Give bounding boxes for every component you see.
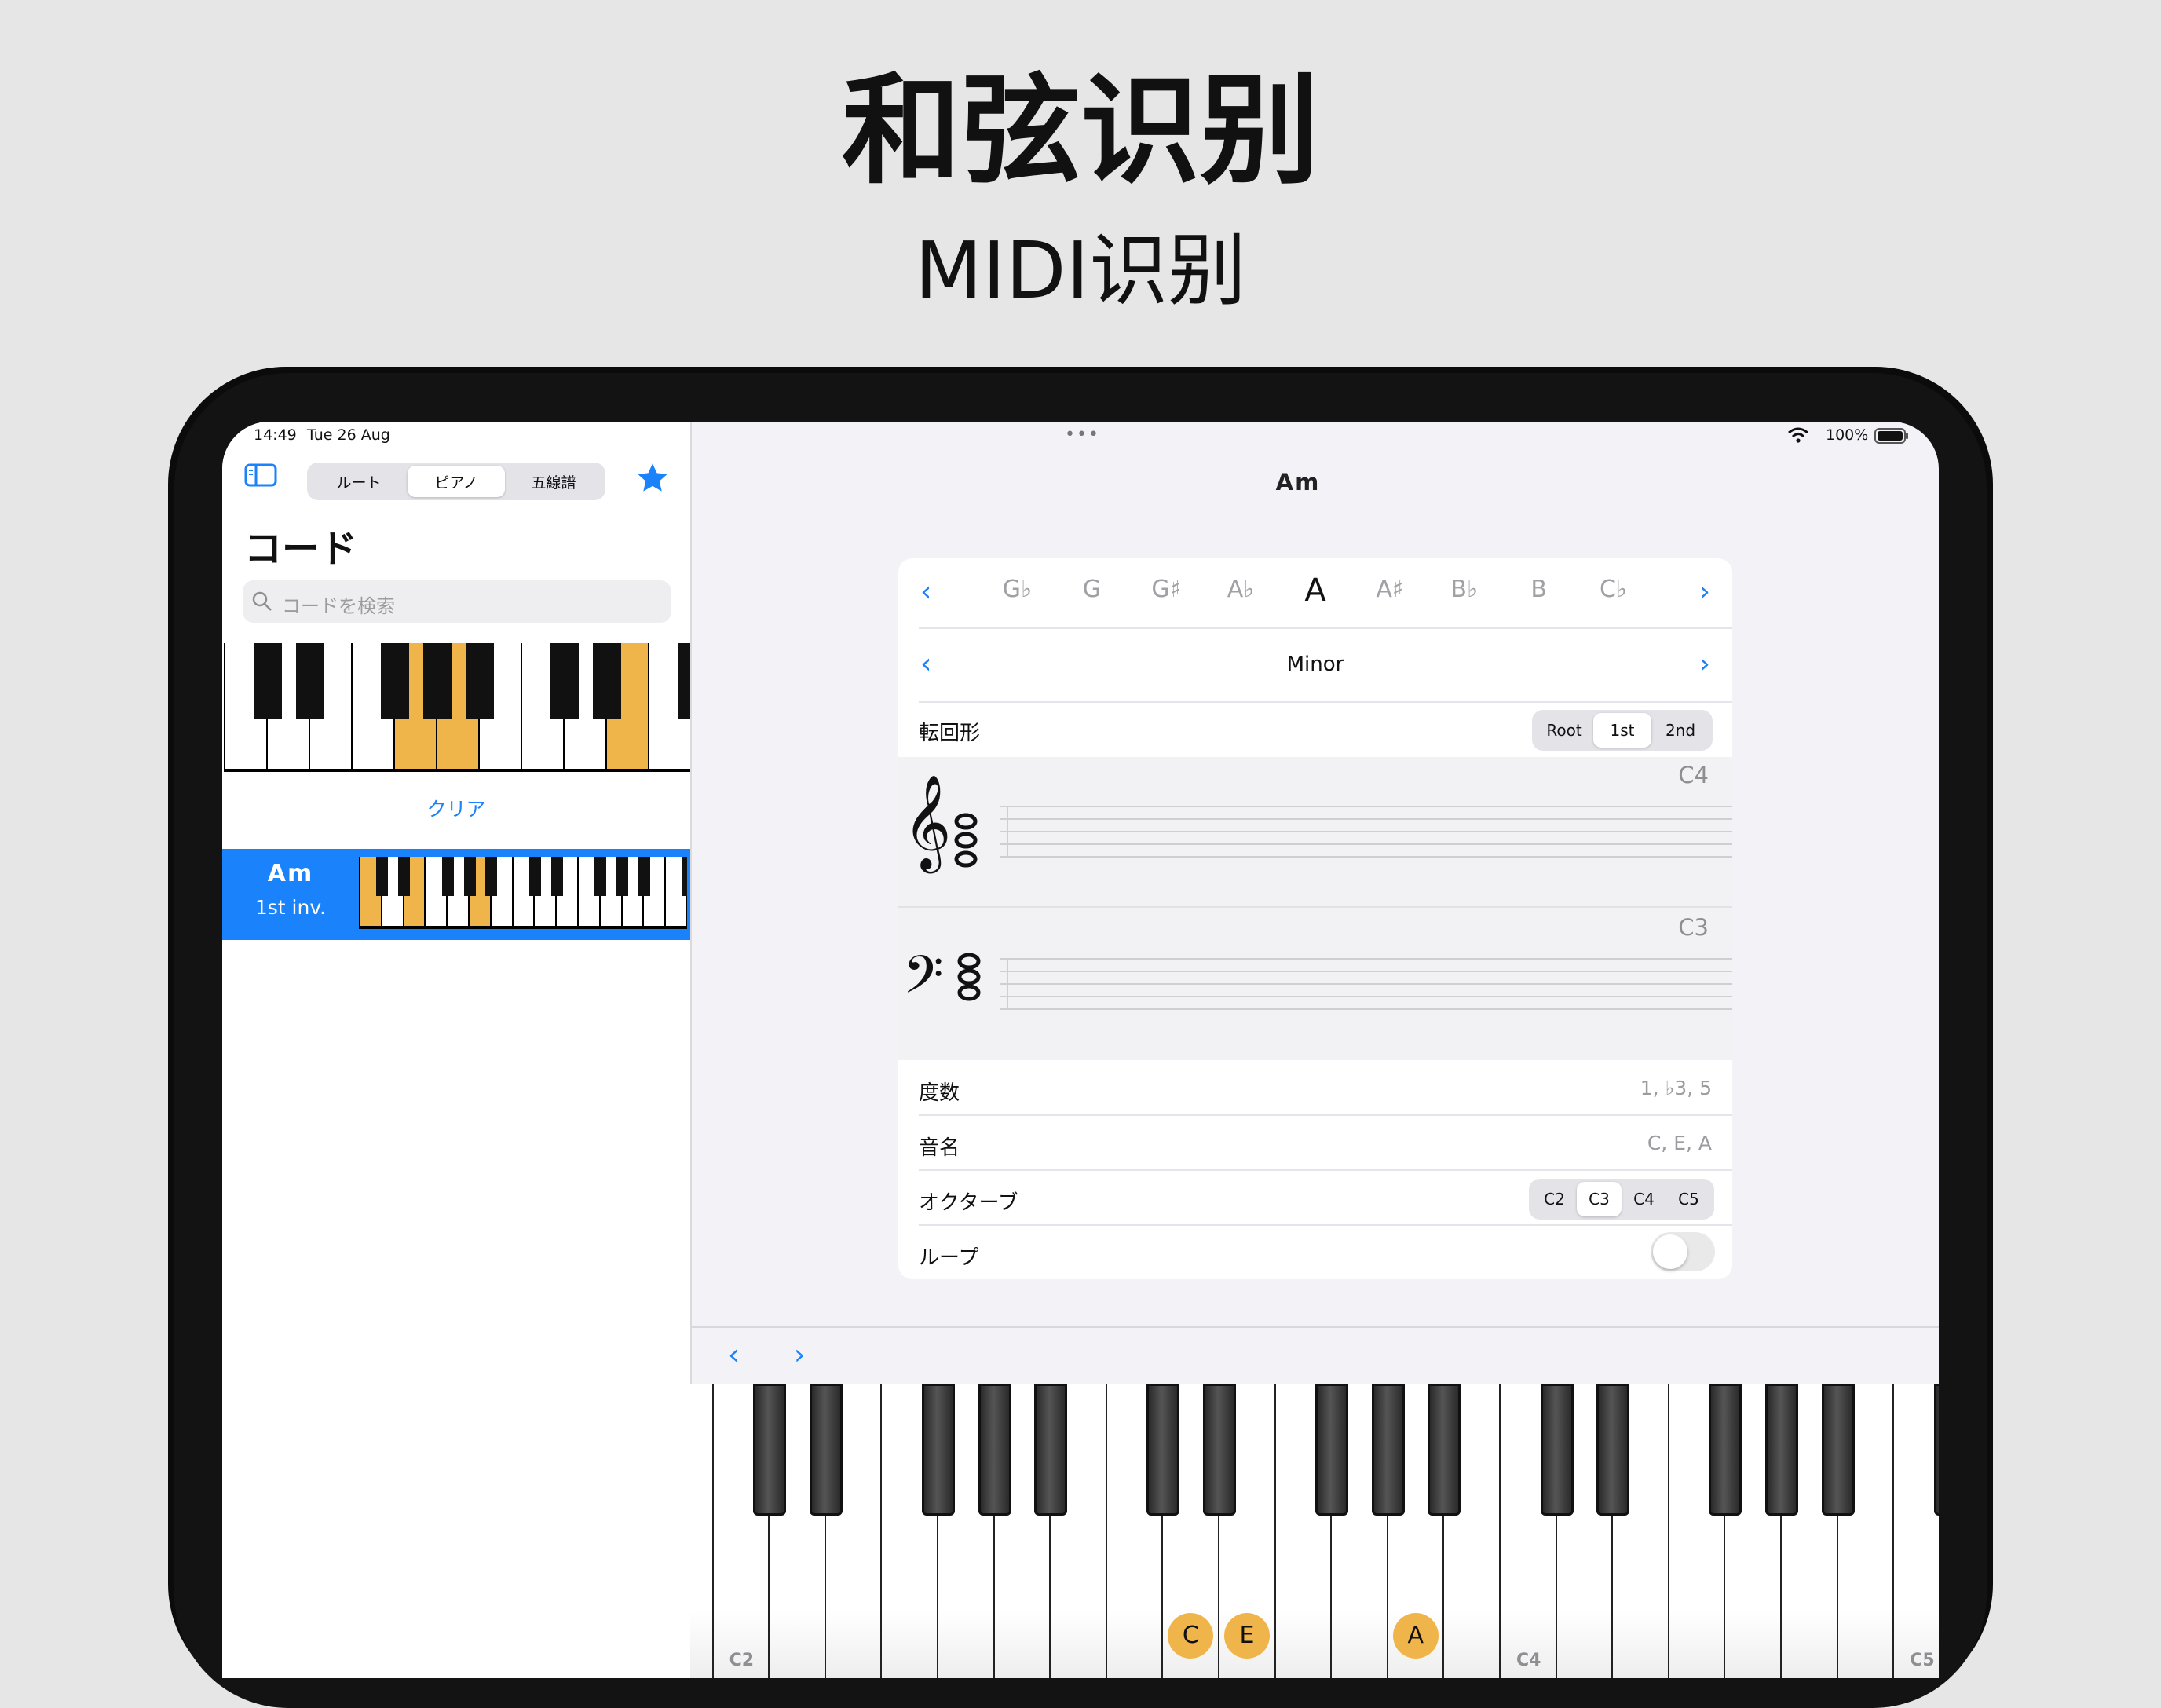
sidebar: 14:49 Tue 26 Aug ルート ピアノ 五線譜 コード コードを検索 … (222, 422, 692, 1678)
white-key[interactable] (690, 1384, 712, 1678)
black-key[interactable] (1821, 1384, 1855, 1516)
black-key[interactable] (753, 1384, 787, 1516)
treble-octave-label: C4 (1678, 762, 1709, 788)
staff-area: C4 C3 𝄞 𝄢 (898, 757, 1732, 1060)
search-icon (250, 590, 274, 613)
tab-root[interactable]: ルート (310, 466, 408, 497)
list-item-inversion: 1st inv. (254, 896, 327, 919)
pressed-note-marker: C (1168, 1613, 1214, 1659)
tab-staff[interactable]: 五線譜 (505, 466, 602, 497)
octave-row-divider (919, 1169, 1732, 1226)
black-key[interactable] (1371, 1384, 1405, 1516)
black-key[interactable] (1315, 1384, 1349, 1516)
list-item-am[interactable]: Am 1st inv. (222, 849, 690, 940)
bass-chord-notes (953, 950, 985, 1024)
clear-button[interactable]: クリア (222, 794, 690, 822)
inversion-option[interactable]: Root (1535, 713, 1593, 748)
black-key[interactable] (1146, 1384, 1180, 1516)
wifi-icon (1787, 426, 1811, 444)
search-field[interactable]: コードを検索 (243, 580, 671, 623)
black-key[interactable] (594, 857, 607, 896)
pressed-note-marker: A (1392, 1613, 1439, 1659)
subheadline: MIDI识别 (914, 225, 1247, 316)
keyboard-prev-chevron-icon[interactable]: ‹ (728, 1339, 739, 1371)
main-piano-keyboard[interactable]: C2 C4 C5 C E A (690, 1384, 1939, 1678)
list-item-mini-keyboard (359, 857, 687, 929)
black-key[interactable] (423, 643, 452, 719)
black-key[interactable] (978, 1384, 1011, 1516)
status-time: 14:49 (254, 426, 297, 444)
black-key[interactable] (485, 857, 498, 896)
black-key[interactable] (809, 1384, 843, 1516)
black-key[interactable] (1034, 1384, 1068, 1516)
quality-row-divider (919, 627, 1732, 703)
black-key[interactable] (593, 643, 621, 719)
keyboard-next-chevron-icon[interactable]: › (794, 1339, 805, 1371)
sidebar-toggle-icon[interactable] (244, 463, 277, 488)
notes-row-divider (919, 1114, 1732, 1171)
black-key[interactable] (678, 643, 690, 719)
black-key[interactable] (441, 857, 454, 896)
black-key[interactable] (922, 1384, 955, 1516)
black-key[interactable] (254, 643, 282, 719)
view-mode-segmented-control: ルート ピアノ 五線譜 (307, 463, 605, 500)
inversion-segmented-control: Root 1st 2nd (1532, 710, 1713, 751)
battery-percent: 100% (1826, 426, 1869, 444)
chord-settings-card: ‹ G♭ G G♯ A♭ A A♯ B♭ B C♭ › ‹ Minor › 転回形 Root 1s… (898, 558, 1732, 1279)
inversion-option[interactable]: 1st (1593, 713, 1651, 748)
inversion-label: 転回形 (919, 722, 981, 745)
octave-label-c4: C4 (1516, 1651, 1541, 1670)
black-key[interactable] (376, 857, 389, 896)
white-key[interactable] (1894, 1384, 1939, 1678)
treble-clef-icon: 𝄞 (903, 774, 952, 869)
black-key[interactable] (1765, 1384, 1798, 1516)
black-key[interactable] (398, 857, 411, 896)
inversion-option[interactable]: 2nd (1651, 713, 1709, 748)
tab-piano[interactable]: ピアノ (408, 466, 505, 497)
treble-chord-notes (950, 810, 982, 889)
black-key[interactable] (1540, 1384, 1574, 1516)
battery-icon (1874, 428, 1909, 444)
black-key[interactable] (682, 857, 687, 896)
root-row-divider (919, 558, 1732, 629)
octave-label-c5: C5 (1910, 1651, 1935, 1670)
loop-toggle[interactable] (1651, 1232, 1715, 1271)
black-key[interactable] (1203, 1384, 1236, 1516)
black-key[interactable] (1596, 1384, 1630, 1516)
pressed-note-marker: E (1224, 1613, 1270, 1659)
favorite-star-icon[interactable] (635, 461, 670, 496)
black-key[interactable] (466, 643, 494, 719)
loop-label: ループ (919, 1246, 979, 1270)
black-key[interactable] (528, 857, 541, 896)
black-key[interactable] (296, 643, 324, 719)
loop-toggle-knob (1653, 1234, 1687, 1269)
black-key[interactable] (550, 857, 563, 896)
black-key[interactable] (1709, 1384, 1742, 1516)
black-key[interactable] (550, 643, 579, 719)
ipad-screen: 14:49 Tue 26 Aug ルート ピアノ 五線譜 コード コードを検索 … (222, 422, 1939, 1678)
octave-label-c2: C2 (729, 1651, 755, 1670)
black-key[interactable] (381, 643, 409, 719)
black-key[interactable] (463, 857, 476, 896)
black-key[interactable] (638, 857, 650, 896)
bass-clef-icon: 𝄢 (903, 945, 944, 1018)
black-key[interactable] (1933, 1384, 1939, 1516)
list-item-chord: Am (267, 860, 314, 887)
black-key[interactable] (1428, 1384, 1461, 1516)
headline: 和弦识别 (842, 61, 1319, 200)
status-date: Tue 26 Aug (307, 426, 390, 444)
bass-octave-label: C3 (1678, 914, 1709, 941)
nav-title: Am (1275, 469, 1321, 496)
sidebar-title: コード (244, 527, 358, 571)
staff-divider (898, 906, 1732, 908)
multitask-dots[interactable]: ••• (1065, 425, 1100, 444)
search-placeholder: コードを検索 (282, 595, 395, 617)
black-key[interactable] (616, 857, 629, 896)
degrees-row-divider (919, 1060, 1732, 1116)
sidebar-chord-keyboard[interactable] (224, 643, 690, 772)
